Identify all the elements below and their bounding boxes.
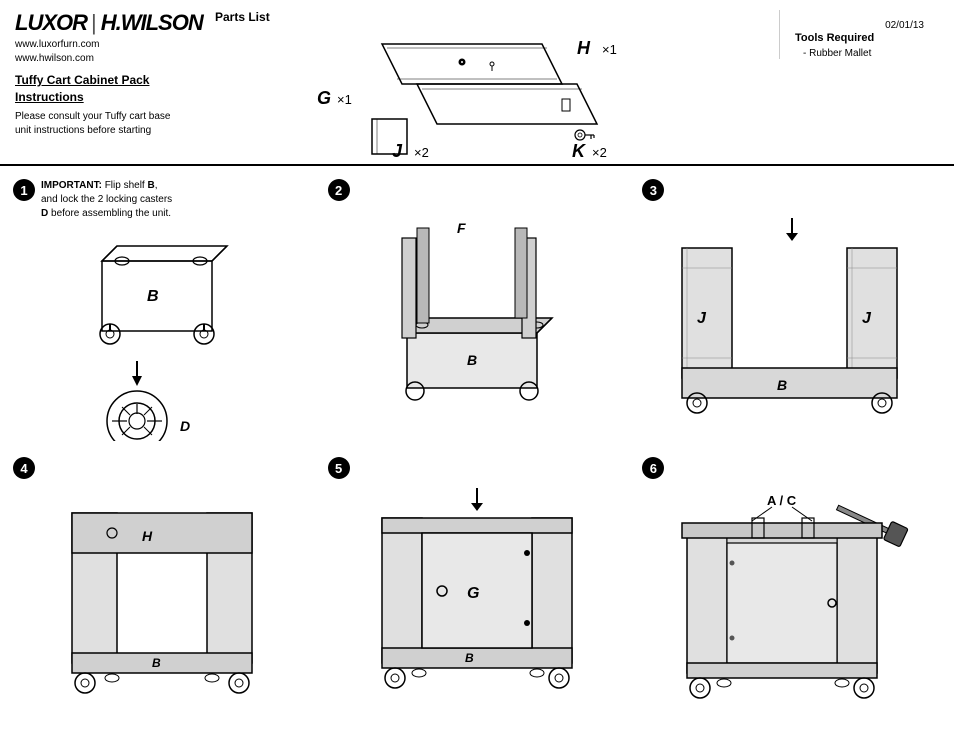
- step-number-3: 3: [642, 179, 664, 201]
- step-number-4: 4: [13, 457, 35, 479]
- step-1-image: B: [13, 231, 312, 441]
- svg-text:J: J: [862, 310, 872, 327]
- svg-text:J: J: [697, 310, 707, 327]
- svg-text:G: G: [467, 585, 479, 602]
- tools-title: Tools Required: [795, 32, 939, 44]
- step-6: 6 A / C: [634, 449, 949, 711]
- step-number-2: 2: [328, 179, 350, 201]
- step-6-svg: A / C: [672, 483, 912, 703]
- logo-hwilson: H.WILSON: [101, 10, 203, 36]
- url2: www.hwilson.com: [15, 52, 195, 66]
- svg-text:J: J: [392, 141, 403, 159]
- svg-text:G: G: [317, 88, 331, 108]
- svg-text:×2: ×2: [414, 145, 429, 159]
- svg-text:B: B: [152, 656, 161, 670]
- step-3-svg: J J B: [672, 213, 912, 433]
- logo-brands: LUXOR | H.WILSON: [15, 10, 195, 36]
- step-3-image: J J B: [642, 205, 941, 441]
- svg-text:×1: ×1: [337, 92, 352, 107]
- logo-luxor: LUXOR: [15, 10, 87, 36]
- svg-text:D: D: [180, 418, 190, 434]
- parts-diagram: G ×1 H ×1: [215, 29, 779, 159]
- header-section: LUXOR | H.WILSON www.luxorfurn.com www.h…: [0, 0, 954, 166]
- step-3: 3 J: [634, 171, 949, 449]
- step-number-6: 6: [642, 457, 664, 479]
- parts-diagram-svg: G ×1 H ×1: [307, 29, 687, 159]
- logo-section: LUXOR | H.WILSON www.luxorfurn.com www.h…: [15, 10, 195, 138]
- step-1-svg: B: [62, 231, 262, 441]
- svg-text:H: H: [142, 528, 153, 544]
- product-title: Tuffy Cart Cabinet Pack Instructions: [15, 72, 195, 106]
- svg-text:B: B: [467, 352, 477, 368]
- url1: www.luxorfurn.com: [15, 38, 195, 52]
- step-number-1: 1: [13, 179, 35, 201]
- step-5: 5 B G: [320, 449, 635, 711]
- step-4: 4 H B: [5, 449, 320, 711]
- step-6-image: A / C: [642, 483, 941, 703]
- step-number-5: 5: [328, 457, 350, 479]
- svg-text:F: F: [457, 220, 466, 236]
- logo-divider: |: [91, 10, 97, 36]
- svg-text:B: B: [465, 651, 474, 665]
- date-text: 02/01/13: [885, 20, 924, 31]
- svg-text:×1: ×1: [602, 42, 617, 57]
- step-2: 2 B: [320, 171, 635, 449]
- step-2-image: B F: [328, 205, 627, 441]
- svg-text:A / C: A / C: [767, 493, 797, 508]
- product-description: Please consult your Tuffy cart base unit…: [15, 110, 185, 138]
- svg-text:K: K: [572, 141, 587, 159]
- step-4-svg: H B: [57, 483, 267, 703]
- logo-urls: www.luxorfurn.com www.hwilson.com: [15, 38, 195, 66]
- svg-text:B: B: [147, 288, 159, 305]
- step-5-svg: B G: [367, 483, 587, 703]
- parts-section: Parts List G ×1: [195, 10, 779, 159]
- step-1-text: IMPORTANT: Flip shelf B, and lock the 2 …: [41, 179, 172, 221]
- tools-section: 02/01/13 Tools Required - Rubber Mallet: [779, 10, 939, 59]
- step-1: 1 IMPORTANT: Flip shelf B, and lock the …: [5, 171, 320, 449]
- step-4-image: H B: [13, 483, 312, 703]
- svg-text:H: H: [577, 38, 591, 58]
- step-2-svg: B F: [367, 213, 587, 433]
- svg-text:B: B: [777, 377, 787, 393]
- parts-list-title: Parts List: [215, 10, 270, 24]
- svg-text:×2: ×2: [592, 145, 607, 159]
- instructions-grid: 1 IMPORTANT: Flip shelf B, and lock the …: [0, 166, 954, 656]
- step-5-image: B G: [328, 483, 627, 703]
- tools-item-rubber-mallet: - Rubber Mallet: [795, 48, 939, 59]
